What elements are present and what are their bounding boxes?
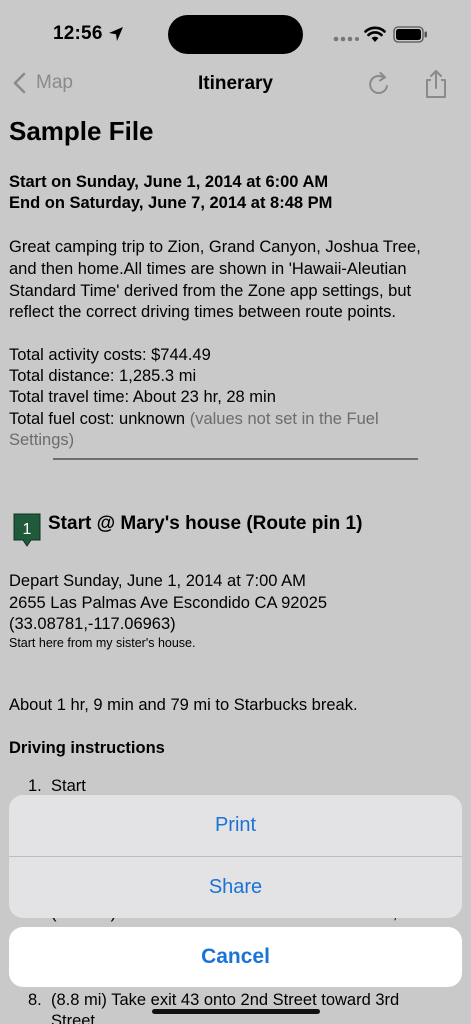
home-indicator xyxy=(152,1009,320,1014)
route-stop-heading: Start @ Mary's house (Route pin 1) xyxy=(48,513,363,534)
action-sheet: Print Share xyxy=(9,795,462,918)
route-pin-icon: 1 xyxy=(13,513,41,547)
fuel-settings-note: (values not set in the Fuel xyxy=(189,410,379,428)
description-line: and then home.All times are shown in 'Ha… xyxy=(9,260,407,278)
total-travel-time: Total travel time: About 23 hr, 28 min xyxy=(9,388,276,406)
depart-line: Depart Sunday, June 1, 2014 at 7:00 AM xyxy=(9,572,306,590)
total-fuel-cost-value: Total fuel cost: unknown xyxy=(9,410,186,428)
fuel-settings-note-continued: Settings) xyxy=(9,431,75,449)
driving-instructions-heading: Driving instructions xyxy=(9,739,165,757)
step-text: Start xyxy=(51,777,86,795)
step-number: 8. xyxy=(28,991,42,1009)
description-line: reflect the correct driving times betwee… xyxy=(9,303,397,321)
share-icon[interactable] xyxy=(424,69,448,99)
refresh-icon[interactable] xyxy=(366,70,392,98)
status-time: 12:56 xyxy=(53,23,103,44)
description-line: Great camping trip to Zion, Grand Canyon… xyxy=(9,238,421,256)
leg-summary: About 1 hr, 9 min and 79 mi to Starbucks… xyxy=(9,696,358,714)
document-title: Sample File xyxy=(9,116,154,146)
route-pin-number: 1 xyxy=(23,521,32,538)
location-arrow-icon xyxy=(109,27,123,41)
cancel-button[interactable]: Cancel xyxy=(9,927,462,987)
start-date-line: Start on Sunday, June 1, 2014 at 6:00 AM xyxy=(9,173,329,191)
description-line: Standard Time' derived from the Zone app… xyxy=(9,282,412,300)
navigation-bar: Map Itinerary xyxy=(0,62,471,106)
step-number: 1. xyxy=(28,777,42,795)
cellular-signal-icon xyxy=(333,36,359,42)
wifi-icon xyxy=(364,26,386,42)
address-line: 2655 Las Palmas Ave Escondido CA 92025 xyxy=(9,594,328,612)
step-text: (8.8 mi) Take exit 43 onto 2nd Street to… xyxy=(51,991,400,1009)
stop-note: Start here from my sister's house. xyxy=(9,636,196,650)
page-title: Itinerary xyxy=(198,73,273,94)
step-text: Street xyxy=(51,1012,96,1024)
dynamic-island xyxy=(168,15,303,54)
section-divider xyxy=(53,458,418,460)
status-bar: 12:56 xyxy=(0,0,471,60)
total-fuel-cost: Total fuel cost: unknown (values not set… xyxy=(9,410,379,429)
end-date-line: End on Saturday, June 7, 2014 at 8:48 PM xyxy=(9,194,333,212)
total-distance: Total distance: 1,285.3 mi xyxy=(9,367,197,385)
print-button[interactable]: Print xyxy=(9,795,462,856)
share-action-button[interactable]: Share xyxy=(9,857,462,918)
coordinates-line: (33.08781,-117.06963) xyxy=(9,615,176,633)
battery-icon xyxy=(393,26,427,43)
total-activity-costs: Total activity costs: $744.49 xyxy=(9,346,211,364)
